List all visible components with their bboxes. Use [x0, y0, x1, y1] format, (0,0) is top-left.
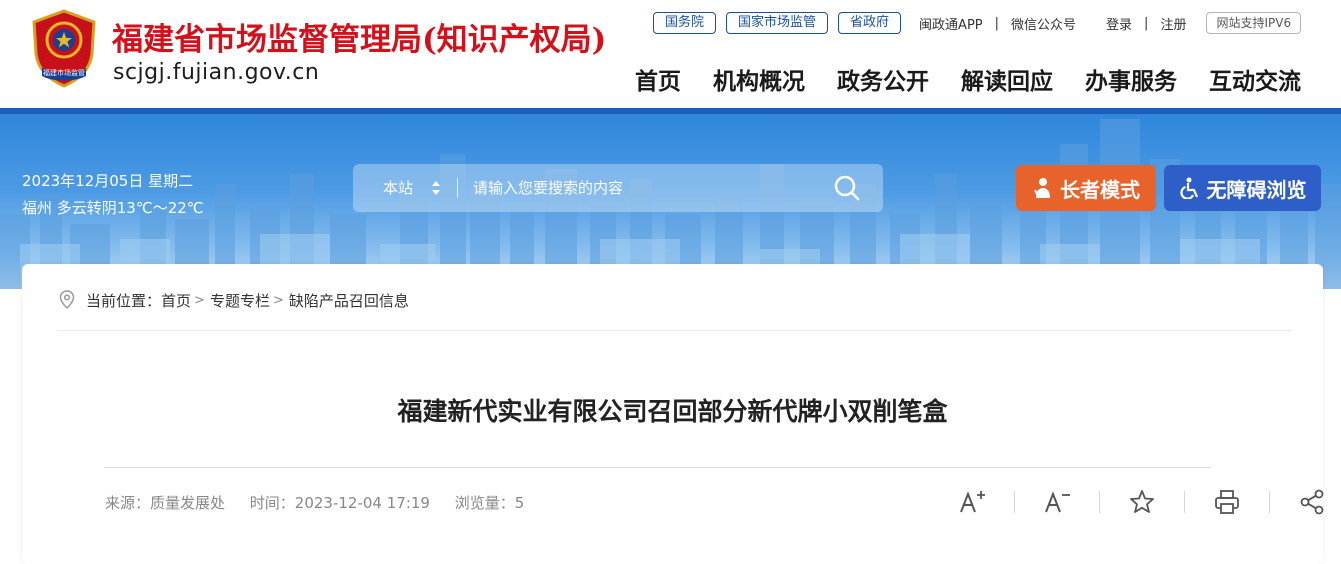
print-icon[interactable] [1213, 488, 1241, 516]
article-card: 当前位置： 首页 > 专题专栏 > 缺陷产品召回信息 福建新代实业有限公司召回部… [22, 264, 1326, 564]
breadcrumb: 当前位置： 首页 > 专题专栏 > 缺陷产品召回信息 [58, 286, 409, 314]
breadcrumb-divider [57, 330, 1292, 331]
favorite-star-icon[interactable] [1128, 488, 1156, 516]
svg-text:福建市场监管: 福建市场监管 [43, 68, 85, 77]
breadcrumb-home[interactable]: 首页 [161, 290, 191, 311]
tool-separator [1099, 491, 1100, 513]
nav-interaction[interactable]: 互动交流 [1209, 62, 1301, 96]
article-source: 来源：质量发展处 [105, 494, 226, 512]
font-decrease-icon[interactable] [1043, 488, 1071, 516]
site-header: 福建市场监管 福建省市场监督管理局(知识产权局) scjgj.fujian.go… [0, 0, 1341, 108]
wheelchair-icon [1179, 177, 1198, 199]
accessible-browse-button[interactable]: 无障碍浏览 [1164, 165, 1321, 211]
register-link[interactable]: 注册 [1160, 14, 1186, 33]
nav-overview[interactable]: 机构概况 [713, 62, 805, 96]
link-wechat[interactable]: 微信公众号 [1011, 14, 1076, 33]
nav-interpretation[interactable]: 解读回应 [961, 62, 1053, 96]
tool-separator [1184, 491, 1185, 513]
link-samr[interactable]: 国家市场监管 [726, 12, 829, 34]
separator: | [994, 15, 1000, 31]
search-input[interactable] [465, 173, 821, 203]
tool-separator [1014, 491, 1015, 513]
article-title: 福建新代实业有限公司召回部分新代牌小双削笔盒 [397, 397, 948, 426]
article-views: 浏览量：5 [454, 494, 525, 512]
article-meta: 来源：质量发展处 时间：2023-12-04 17:19 浏览量：5 [105, 492, 544, 513]
weather-info: 福州 多云转阴13℃～22℃ [22, 199, 204, 217]
article-time: 时间：2023-12-04 17:19 [249, 494, 430, 512]
elder-mode-label: 长者模式 [1060, 177, 1140, 202]
search-icon[interactable] [833, 174, 861, 202]
site-domain: scjgj.fujian.gov.cn [113, 60, 320, 85]
link-state-council[interactable]: 国务院 [653, 12, 717, 34]
current-date: 2023年12月05日 星期二 [22, 172, 194, 190]
accessible-browse-label: 无障碍浏览 [1206, 177, 1307, 202]
scope-toggle-icon[interactable] [431, 180, 441, 196]
main-nav: 首页 机构概况 政务公开 解读回应 办事服务 互动交流 [635, 62, 1301, 96]
breadcrumb-recall-info[interactable]: 缺陷产品召回信息 [289, 290, 409, 311]
emblem-logo-icon[interactable]: 福建市场监管 [28, 8, 100, 88]
search-divider [457, 178, 458, 198]
breadcrumb-prefix: 当前位置： [86, 291, 162, 310]
share-icon[interactable] [1298, 488, 1326, 516]
location-pin-icon [59, 290, 75, 310]
nav-gov-affairs[interactable]: 政务公开 [837, 62, 929, 96]
article-tools [958, 488, 1326, 516]
title-divider [104, 467, 1211, 468]
elder-icon [1034, 178, 1050, 199]
separator: | [1144, 15, 1149, 31]
link-provincial-gov[interactable]: 省政府 [838, 12, 902, 34]
search-scope-select[interactable]: 本站 [383, 164, 413, 212]
breadcrumb-separator: > [272, 292, 284, 308]
font-increase-icon[interactable] [958, 488, 986, 516]
search-box: 本站 [353, 164, 883, 212]
tool-separator [1269, 491, 1270, 513]
breadcrumb-separator: > [194, 292, 205, 308]
breadcrumb-topics[interactable]: 专题专栏 [210, 290, 270, 311]
nav-services[interactable]: 办事服务 [1085, 62, 1177, 96]
link-app[interactable]: 闽政通APP [919, 14, 983, 33]
nav-home[interactable]: 首页 [635, 62, 681, 96]
date-weather: 2023年12月05日 星期二 福州 多云转阴13℃～22℃ [22, 168, 204, 222]
banner: 2023年12月05日 星期二 福州 多云转阴13℃～22℃ 本站 长者模式 无… [0, 114, 1341, 289]
top-links: 国务院 国家市场监管 省政府 闽政通APP | 微信公众号 登录 | 注册 网站… [653, 12, 1302, 34]
site-name[interactable]: 福建省市场监督管理局(知识产权局) [112, 14, 606, 59]
elder-mode-button[interactable]: 长者模式 [1016, 165, 1156, 211]
login-link[interactable]: 登录 [1106, 14, 1132, 33]
ipv6-badge: 网站支持IPV6 [1206, 12, 1302, 34]
